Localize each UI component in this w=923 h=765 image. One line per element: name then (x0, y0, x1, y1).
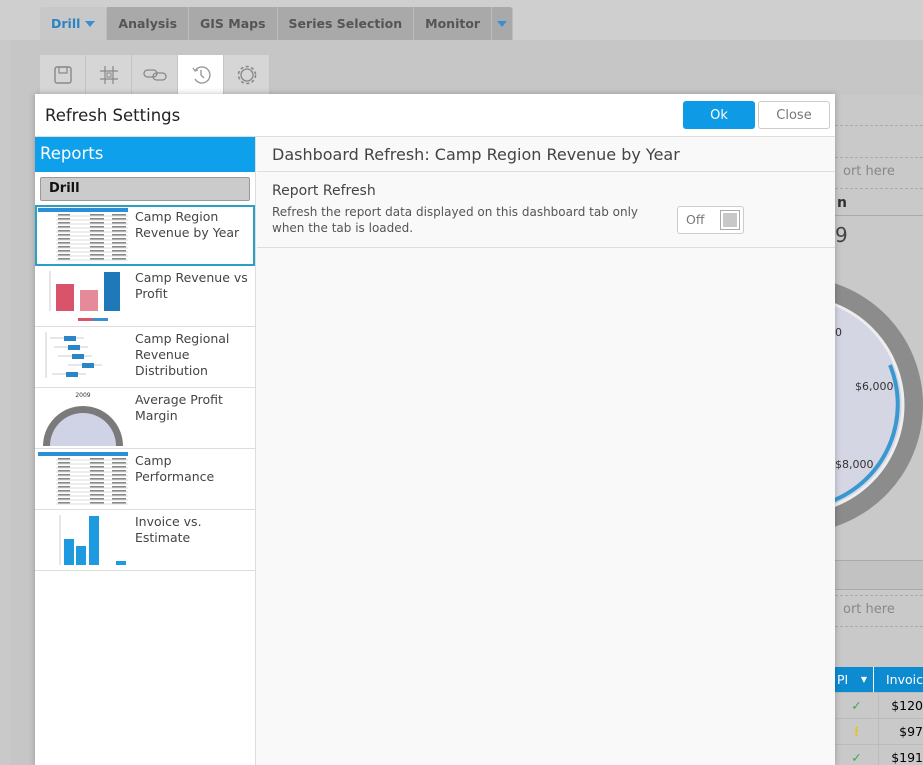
chevron-down-icon: ▼ (860, 675, 867, 684)
report-item[interactable]: Invoice vs. Estimate (35, 510, 255, 571)
dialog-title: Refresh Settings (45, 106, 181, 125)
reports-header: Reports (35, 137, 255, 172)
tab-monitor[interactable]: Monitor (414, 7, 493, 40)
link-tool[interactable] (132, 55, 178, 95)
tab-gis-maps[interactable]: GIS Maps (189, 7, 278, 40)
report-thumbnail (35, 327, 131, 388)
check-icon: ✓ (835, 745, 879, 765)
table-row: ✓ $120 (835, 693, 923, 719)
history-icon (192, 66, 211, 84)
dashboard-tabs: Drill Analysis GIS Maps Series Selection… (40, 7, 514, 40)
background-dashboard: ort here n 9 0 $6,000 $8,000 ort here PI… (835, 95, 923, 765)
refresh-tool[interactable] (178, 55, 224, 95)
reports-panel: Reports Drill Camp Region Revenue by Yea… (35, 137, 256, 765)
warning-icon: ! (835, 719, 879, 744)
report-thumbnail: 2009 (35, 388, 131, 449)
drop-zone: ort here (835, 157, 923, 189)
report-item[interactable]: Camp Regional Revenue Distribution (35, 327, 255, 388)
tab-analysis[interactable]: Analysis (107, 7, 190, 40)
report-thumbnail (35, 266, 131, 327)
report-name: Invoice vs. Estimate (135, 514, 202, 545)
save-icon (53, 66, 72, 84)
close-button[interactable]: Close (758, 101, 830, 129)
report-item[interactable]: Camp Revenue vs Profit (35, 266, 255, 327)
grid-tool[interactable] (86, 55, 132, 95)
report-thumbnail (35, 205, 131, 266)
report-name: Camp Revenue vs Profit (135, 270, 248, 301)
category-drill[interactable]: Drill (40, 177, 250, 201)
refresh-detail-panel: Dashboard Refresh: Camp Region Revenue b… (257, 137, 835, 765)
more-tabs-button[interactable] (492, 7, 514, 40)
tab-drill[interactable]: Drill (40, 7, 108, 40)
link-icon (142, 69, 167, 81)
report-thumbnail (35, 510, 131, 571)
report-refresh-section: Report Refresh Refresh the report data d… (257, 172, 835, 248)
save-tool[interactable] (40, 55, 86, 95)
settings-toolbar (40, 55, 270, 95)
report-name: Camp Region Revenue by Year (135, 209, 240, 240)
report-name: Camp Regional Revenue Distribution (135, 331, 230, 378)
report-name: Average Profit Margin (135, 392, 223, 423)
chevron-down-icon[interactable] (85, 20, 96, 27)
drop-zone: ort here (835, 595, 923, 627)
check-icon: ✓ (835, 693, 879, 718)
report-name: Camp Performance (135, 453, 215, 484)
chevron-down-icon (497, 20, 508, 27)
report-thumbnail (35, 449, 131, 510)
refresh-settings-dialog: Refresh Settings Ok Close Reports Drill … (35, 94, 835, 765)
report-item[interactable]: 2009 Average Profit Margin (35, 388, 255, 449)
gear-tool[interactable] (224, 55, 270, 95)
table-row: ! $97 (835, 719, 923, 745)
svg-text:2009: 2009 (75, 392, 90, 399)
column-header-invoice[interactable]: Invoic (874, 667, 923, 692)
report-refresh-toggle[interactable]: Off (677, 206, 744, 234)
kpi-table: PI ▼ Invoic ✓ $120 ! $97 ✓ $191 (835, 667, 923, 765)
ok-button[interactable]: Ok (683, 101, 755, 129)
grid-icon (99, 66, 118, 84)
report-item[interactable]: Camp Performance (35, 449, 255, 510)
tab-series-selection[interactable]: Series Selection (277, 7, 415, 40)
section-title: Report Refresh (272, 183, 376, 199)
gauge (835, 283, 923, 527)
report-item[interactable]: Camp Region Revenue by Year (35, 205, 255, 266)
detail-title: Dashboard Refresh: Camp Region Revenue b… (257, 137, 835, 172)
section-description: Refresh the report data displayed on thi… (272, 205, 639, 235)
gear-icon (237, 65, 256, 85)
table-row: ✓ $191 (835, 745, 923, 765)
toggle-knob (720, 210, 740, 230)
column-header-kpi[interactable]: PI ▼ (835, 667, 874, 692)
